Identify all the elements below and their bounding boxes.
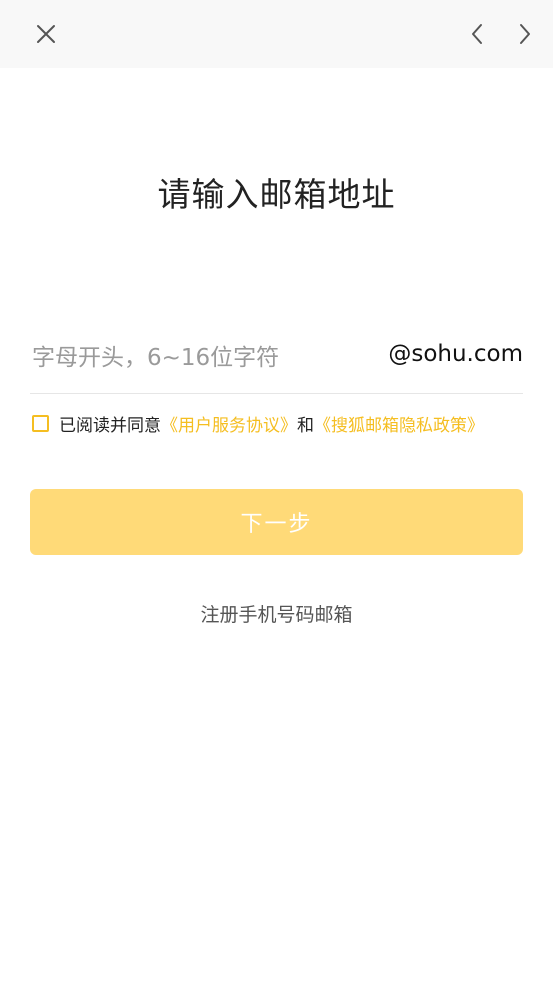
- top-navigation-bar: [0, 0, 553, 68]
- privacy-policy-link[interactable]: 《搜狐邮箱隐私政策》: [314, 411, 484, 436]
- chevron-left-icon: [472, 24, 482, 44]
- agreement-row: 已阅读并同意 《用户服务协议》 和 《搜狐邮箱隐私政策》: [32, 411, 484, 436]
- chevron-right-icon: [520, 24, 530, 44]
- email-field-row: @sohu.com: [30, 330, 523, 394]
- register-phone-email-link[interactable]: 注册手机号码邮箱: [0, 600, 553, 627]
- next-step-button[interactable]: 下一步: [30, 489, 523, 555]
- user-agreement-link[interactable]: 《用户服务协议》: [161, 411, 297, 436]
- agreement-checkbox[interactable]: [32, 414, 49, 432]
- agreement-conjunction-text: 和: [297, 415, 314, 436]
- close-button[interactable]: [26, 14, 66, 54]
- forward-button[interactable]: [505, 14, 545, 54]
- back-button[interactable]: [457, 14, 497, 54]
- page-title: 请输入邮箱地址: [157, 175, 396, 214]
- close-icon: [37, 25, 55, 43]
- email-username-input[interactable]: [30, 334, 380, 382]
- agreement-prefix-text: 已阅读并同意: [59, 415, 161, 436]
- email-domain-suffix: @sohu.com: [388, 341, 523, 367]
